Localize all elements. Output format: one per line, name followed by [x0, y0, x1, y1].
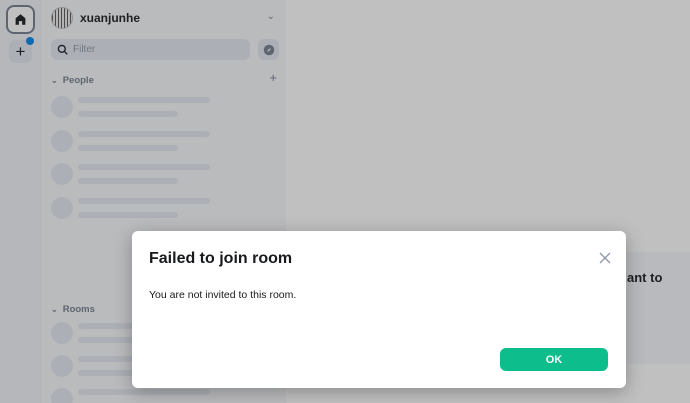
- close-icon: [599, 252, 611, 264]
- dialog-message: You are not invited to this room.: [149, 289, 297, 301]
- close-button[interactable]: [598, 251, 612, 265]
- error-dialog: Failed to join room You are not invited …: [132, 231, 626, 388]
- ok-button[interactable]: OK: [500, 348, 608, 371]
- dialog-title: Failed to join room: [149, 250, 293, 267]
